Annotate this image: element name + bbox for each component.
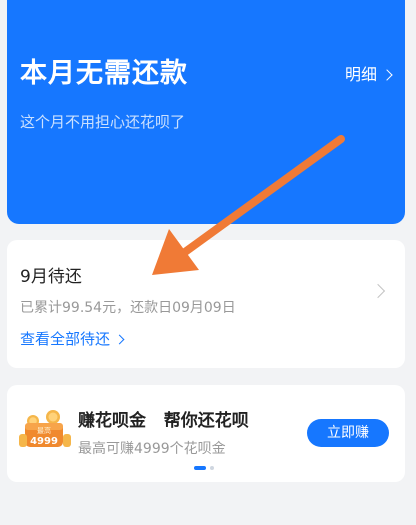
promo-subtitle: 最高可赚4999个花呗金 xyxy=(78,441,226,457)
repayment-status-title: 本月无需还款 xyxy=(20,58,188,89)
chevron-right-icon[interactable] xyxy=(370,283,386,299)
bill-detail-link[interactable]: 明细 xyxy=(344,64,393,86)
earn-huabei-gold-card[interactable]: 最高 4999 赚花呗金 帮你还花呗 最高可赚4999个花呗金 立即赚 xyxy=(7,385,405,482)
monthly-due-info: 已累计99.54元，还款日09月09日 xyxy=(20,300,236,316)
view-all-due-label: 查看全部待还 xyxy=(20,330,111,348)
carousel-dot-inactive xyxy=(210,466,214,470)
view-all-due-link[interactable]: 查看全部待还 xyxy=(20,328,125,350)
badge-label: 最高 xyxy=(37,426,51,435)
promo-title: 赚花呗金 帮你还花呗 xyxy=(78,411,249,431)
gold-coin-badge-icon: 最高 4999 xyxy=(19,410,71,447)
bill-detail-label: 明细 xyxy=(344,65,377,84)
chevron-right-icon xyxy=(381,69,393,81)
badge-value: 4999 xyxy=(30,436,58,447)
chevron-right-icon xyxy=(114,334,125,344)
repayment-status-banner: 本月无需还款 明细 这个月不用担心还花呗了 xyxy=(7,0,405,224)
carousel-indicator xyxy=(194,466,214,470)
earn-now-button[interactable]: 立即赚 xyxy=(307,419,389,447)
monthly-due-title: 9月待还 xyxy=(20,267,82,287)
carousel-dot-active xyxy=(194,466,206,470)
monthly-due-card[interactable]: 9月待还 已累计99.54元，还款日09月09日 查看全部待还 xyxy=(7,240,405,368)
repayment-status-subtitle: 这个月不用担心还花呗了 xyxy=(20,113,186,131)
